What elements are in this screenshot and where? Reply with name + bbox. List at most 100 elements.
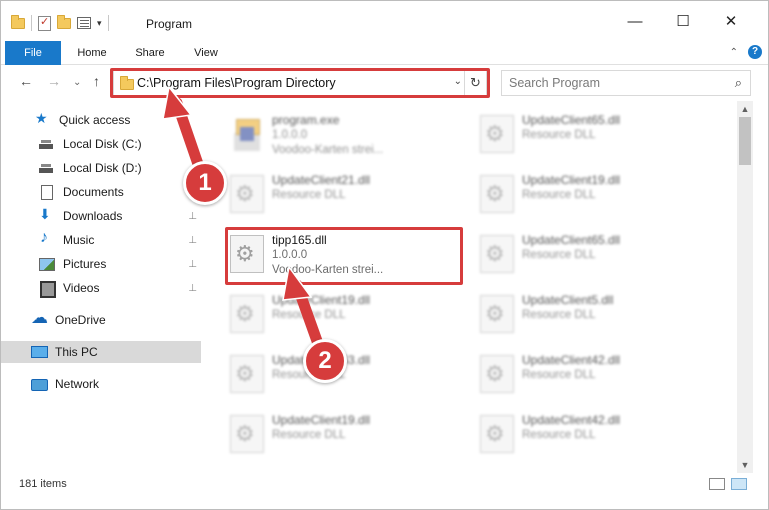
sidebar-item-label: Pictures bbox=[63, 257, 107, 271]
sidebar-item-label: Documents bbox=[63, 185, 124, 199]
disk-icon bbox=[39, 137, 55, 151]
star-icon bbox=[35, 110, 51, 127]
toolbar-separator bbox=[31, 15, 32, 31]
sidebar-item-pictures[interactable]: Pictures ⊥ bbox=[1, 253, 201, 275]
tab-share[interactable]: Share bbox=[125, 42, 175, 64]
sidebar-item-network[interactable]: Network bbox=[1, 373, 201, 395]
file-tile[interactable]: UpdateClient65.dll Resource DLL bbox=[474, 225, 704, 281]
file-tile[interactable]: UpdateClient65.dll Resource DLL bbox=[474, 105, 704, 161]
sidebar-item-label: OneDrive bbox=[55, 313, 106, 327]
file-tile[interactable]: UpdateClient19.dll Resource DLL bbox=[474, 165, 704, 221]
sidebar-item-downloads[interactable]: Downloads ⊥ bbox=[1, 205, 201, 227]
dll-file-icon bbox=[480, 355, 514, 393]
tab-file[interactable]: File bbox=[5, 41, 61, 65]
file-tile[interactable]: UpdateClient5.dll Resource DLL bbox=[474, 285, 704, 341]
file-type: Resource DLL bbox=[272, 429, 346, 441]
maximize-button[interactable]: ☐ bbox=[661, 7, 705, 35]
customize-toolbar-chevron-icon[interactable]: ▾ bbox=[97, 18, 102, 29]
file-name: program.exe bbox=[272, 113, 340, 127]
details-view-icon[interactable] bbox=[709, 478, 725, 490]
toolbar-separator bbox=[107, 15, 109, 31]
file-tile[interactable]: UpdateClient42.dll Resource DLL bbox=[474, 405, 704, 461]
file-tile[interactable]: UpdateClient19.dll Resource DLL bbox=[224, 285, 454, 341]
disk-icon bbox=[39, 161, 55, 175]
sidebar-item-documents[interactable]: Documents bbox=[1, 181, 201, 203]
dll-file-icon bbox=[230, 175, 264, 213]
item-count: 181 items bbox=[19, 478, 67, 490]
help-icon[interactable]: ? bbox=[748, 45, 762, 59]
address-highlight-box bbox=[110, 68, 490, 98]
large-icons-view-icon[interactable] bbox=[731, 478, 747, 490]
file-version: 1.0.0.0 bbox=[272, 129, 308, 141]
pictures-icon bbox=[39, 257, 55, 271]
dll-file-icon bbox=[480, 115, 514, 153]
tab-home[interactable]: Home bbox=[67, 42, 117, 64]
file-list: program.exe 1.0.0.0 Voodoo-Karten strei.… bbox=[204, 101, 738, 473]
file-type: Resource DLL bbox=[522, 249, 596, 261]
tab-view[interactable]: View bbox=[181, 42, 231, 64]
minimize-button[interactable]: — bbox=[613, 7, 657, 35]
file-tile[interactable]: UpdateClient42.dll Resource DLL bbox=[474, 345, 704, 401]
status-bar: 181 items bbox=[1, 473, 768, 495]
scroll-up-icon[interactable]: ▲ bbox=[737, 101, 753, 117]
file-type: Resource DLL bbox=[522, 429, 596, 441]
downloads-icon bbox=[39, 206, 55, 223]
vertical-scrollbar[interactable]: ▲ ▼ bbox=[737, 101, 753, 473]
back-button[interactable]: ← bbox=[19, 73, 33, 89]
dll-file-icon bbox=[480, 415, 514, 453]
sidebar-item-local-disk-c[interactable]: Local Disk (C:) bbox=[1, 133, 201, 155]
up-button[interactable]: ↑ bbox=[93, 73, 100, 89]
sidebar-item-videos[interactable]: Videos ⊥ bbox=[1, 277, 201, 299]
pc-icon bbox=[31, 345, 48, 359]
sidebar-item-label: Local Disk (D:) bbox=[63, 161, 142, 175]
collapse-ribbon-chevron-icon[interactable]: ⌃ bbox=[730, 47, 738, 58]
navigation-pane: Quick access Local Disk (C:) Local Disk … bbox=[1, 101, 201, 473]
search-box[interactable]: Search Program ⌕ bbox=[501, 70, 751, 96]
file-tile[interactable]: UpdateClient19.dll Resource DLL bbox=[224, 405, 454, 461]
view-options-icon[interactable] bbox=[77, 17, 91, 29]
file-highlight-box bbox=[225, 227, 463, 285]
recent-locations-button[interactable]: ⌄ bbox=[73, 77, 81, 88]
explorer-window: ▾ Program — ☐ ✕ File Home Share View ⌃ ?… bbox=[0, 0, 769, 510]
close-button[interactable]: ✕ bbox=[709, 7, 753, 35]
sidebar-item-label: Downloads bbox=[63, 209, 123, 223]
videos-icon bbox=[39, 281, 56, 298]
file-tile[interactable]: program.exe 1.0.0.0 Voodoo-Karten strei.… bbox=[224, 105, 454, 161]
search-input[interactable]: Search Program bbox=[509, 76, 600, 90]
dll-file-icon bbox=[480, 295, 514, 333]
music-icon bbox=[39, 229, 55, 247]
sidebar-item-onedrive[interactable]: OneDrive bbox=[1, 308, 201, 331]
sidebar-item-music[interactable]: Music ⊥ bbox=[1, 229, 201, 251]
file-description: Voodoo-Karten strei... bbox=[272, 144, 384, 156]
new-folder-icon[interactable] bbox=[57, 14, 71, 29]
scrollbar-thumb[interactable] bbox=[739, 117, 751, 165]
file-name: UpdateClient42.dll bbox=[522, 353, 621, 367]
sidebar-item-label: Music bbox=[63, 233, 95, 247]
file-type: Resource DLL bbox=[272, 309, 346, 321]
dll-file-icon bbox=[230, 295, 264, 333]
properties-icon[interactable] bbox=[38, 15, 51, 31]
pin-icon: ⊥ bbox=[188, 282, 197, 294]
exe-file-icon bbox=[230, 115, 264, 153]
quick-access-toolbar: ▾ bbox=[11, 13, 109, 33]
sidebar-item-label: This PC bbox=[55, 345, 98, 359]
file-type: Resource DLL bbox=[272, 189, 346, 201]
folder-icon bbox=[11, 14, 25, 29]
file-name: UpdateClient5.dll bbox=[522, 293, 614, 307]
file-type: Resource DLL bbox=[522, 369, 596, 381]
forward-button[interactable]: → bbox=[47, 73, 61, 89]
dll-file-icon bbox=[230, 415, 264, 453]
search-icon: ⌕ bbox=[734, 75, 742, 90]
pin-icon: ⊥ bbox=[188, 234, 197, 246]
scroll-down-icon[interactable]: ▼ bbox=[737, 457, 753, 473]
file-name: UpdateClient21.dll bbox=[272, 173, 371, 187]
file-type: Resource DLL bbox=[522, 129, 596, 141]
documents-icon bbox=[39, 185, 55, 200]
file-tile[interactable]: UpdateClient21.dll Resource DLL bbox=[224, 165, 454, 221]
title-bar: ▾ Program — ☐ ✕ bbox=[1, 1, 768, 39]
sidebar-item-quick-access[interactable]: Quick access bbox=[1, 109, 201, 131]
onedrive-icon bbox=[31, 308, 48, 328]
sidebar-item-this-pc[interactable]: This PC bbox=[1, 341, 201, 363]
sidebar-item-local-disk-d[interactable]: Local Disk (D:) bbox=[1, 157, 201, 179]
dll-file-icon bbox=[230, 355, 264, 393]
